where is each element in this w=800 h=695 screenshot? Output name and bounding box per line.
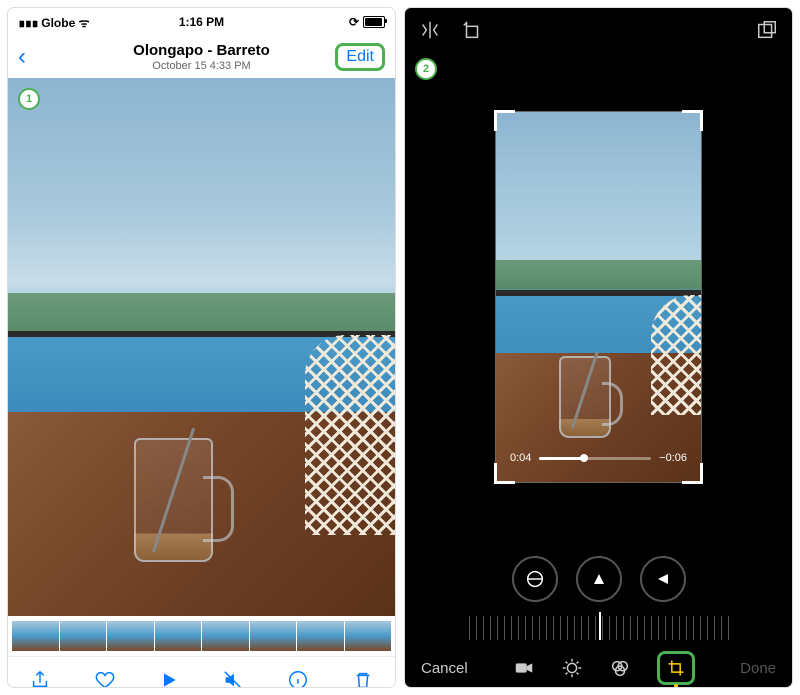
edit-button[interactable]: Edit	[335, 43, 385, 71]
filters-tab-icon[interactable]	[609, 657, 631, 679]
nav-bar: ‹ Olongapo - Barreto October 15 4:33 PM …	[8, 36, 395, 78]
step-badge-1: 1	[18, 88, 40, 110]
video-scrubber[interactable]: 0:04 −0:06	[510, 452, 687, 464]
horizontal-perspective-icon[interactable]	[640, 556, 686, 602]
elapsed-label: 0:04	[510, 452, 531, 464]
status-right: ⟳	[349, 15, 385, 29]
bottom-toolbar	[8, 656, 395, 687]
date-label: October 15 4:33 PM	[133, 60, 270, 72]
crop-tab-icon[interactable]	[657, 651, 695, 685]
ruler-indicator	[599, 612, 601, 640]
video-filmstrip[interactable]	[8, 616, 395, 656]
straighten-horizon-icon[interactable]	[512, 556, 558, 602]
scrubber-track[interactable]	[539, 457, 651, 460]
video-tab-icon[interactable]	[513, 657, 535, 679]
aspect-icon[interactable]	[756, 19, 778, 41]
crop-stage: 2 0:04 −0:06	[405, 52, 792, 542]
flip-icon[interactable]	[419, 19, 441, 41]
play-icon[interactable]	[159, 670, 179, 687]
cancel-button[interactable]: Cancel	[421, 660, 468, 677]
edit-top-bar	[405, 8, 792, 52]
video-edit-screen: 2 0:04 −0:06	[405, 8, 792, 687]
edit-mode-tabs	[513, 651, 695, 685]
angle-ruler[interactable]	[405, 616, 792, 640]
photo-preview[interactable]: 1	[8, 78, 395, 616]
status-bar: ∎∎∎ Globe ᯤ 1:16 PM ⟳	[8, 8, 395, 36]
straighten-controls	[405, 542, 792, 616]
trash-icon[interactable]	[352, 669, 374, 687]
back-chevron-icon[interactable]: ‹	[18, 43, 26, 71]
info-icon[interactable]	[287, 669, 309, 687]
rotate-icon[interactable]	[461, 19, 483, 41]
edit-bottom-bar: Cancel Done	[405, 640, 792, 687]
step-badge-2: 2	[415, 58, 437, 80]
carrier-label: ∎∎∎ Globe ᯤ	[18, 14, 90, 31]
photos-viewer-screen: ∎∎∎ Globe ᯤ 1:16 PM ⟳ ‹ Olongapo - Barre…	[8, 8, 395, 687]
crop-handle-tr[interactable]	[682, 110, 703, 131]
adjust-tab-icon[interactable]	[561, 657, 583, 679]
share-icon[interactable]	[29, 669, 51, 687]
clock-label: 1:16 PM	[179, 15, 224, 29]
crop-handle-br[interactable]	[682, 463, 703, 484]
mute-icon[interactable]	[222, 669, 244, 687]
remain-label: −0:06	[659, 452, 687, 464]
crop-handle-bl[interactable]	[494, 463, 515, 484]
crop-handle-tl[interactable]	[494, 110, 515, 131]
scrubber-knob[interactable]	[580, 454, 588, 462]
location-label: Olongapo - Barreto	[133, 42, 270, 59]
done-button[interactable]: Done	[740, 660, 776, 677]
heart-icon[interactable]	[94, 669, 116, 687]
nav-title: Olongapo - Barreto October 15 4:33 PM	[133, 42, 270, 72]
vertical-perspective-icon[interactable]	[576, 556, 622, 602]
crop-frame[interactable]: 0:04 −0:06	[495, 111, 702, 483]
